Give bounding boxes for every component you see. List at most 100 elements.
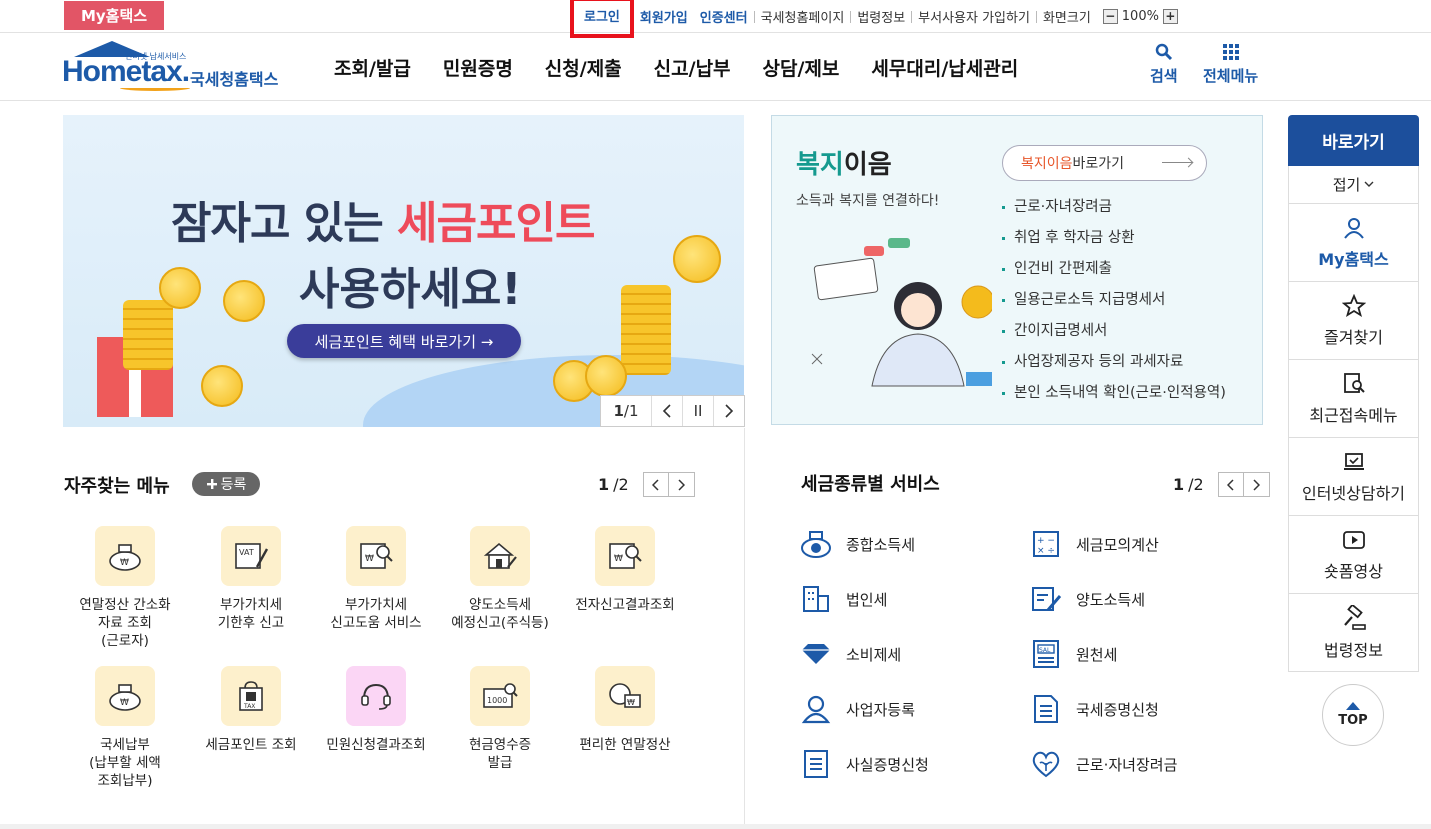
frequent-item[interactable]: ₩ 전자신고결과조회 — [562, 526, 688, 614]
welfare-item[interactable]: 사업장제공자 등의 과세자료 — [1000, 347, 1226, 378]
building-icon — [800, 583, 832, 615]
tax-type-item[interactable]: 사업자등록 — [800, 693, 915, 725]
welfare-item[interactable]: 근로·자녀장려금 — [1000, 192, 1226, 223]
quick-bar-title: 바로가기 — [1288, 115, 1419, 166]
frequent-register-button[interactable]: 등록 — [192, 472, 260, 496]
welfare-go-button[interactable]: 복지이음 바로가기 — [1002, 145, 1207, 181]
tax-type-item[interactable]: 종합소득세 — [800, 528, 915, 560]
quick-shortform-video[interactable]: 숏폼영상 — [1288, 516, 1419, 594]
won-search-icon: ₩ — [595, 526, 655, 586]
document-search-icon — [1343, 372, 1365, 393]
chevron-left-icon — [651, 478, 659, 491]
welfare-title: 복지이음 — [796, 144, 892, 181]
frequent-item-label: 부가가치세 기한후 신고 — [217, 597, 285, 631]
nav-apply-submit[interactable]: 신청/제출 — [529, 54, 638, 81]
tax-type-next-button[interactable] — [1243, 472, 1270, 497]
welfare-go-orange: 복지이음 — [1021, 156, 1073, 172]
frequent-item[interactable]: TAX 세금포인트 조회 — [188, 666, 314, 754]
tax-type-item[interactable]: 법인세 — [800, 583, 887, 615]
fold-label: 접기 — [1332, 176, 1361, 194]
tax-type-label: 양도소득세 — [1076, 590, 1146, 609]
nav-civil-certificate[interactable]: 민원증명 — [427, 54, 529, 81]
tax-point-cta-button[interactable]: 세금포인트 혜택 바로가기 → — [287, 324, 521, 358]
global-nav: 조회/발급 민원증명 신청/제출 신고/납부 상담/제보 세무대리/납세관리 — [318, 33, 1034, 101]
house-transfer-icon — [470, 526, 530, 586]
welfare-item[interactable]: 일용근로소득 지급명세서 — [1000, 285, 1226, 316]
welfare-item[interactable]: 취업 후 학자금 상환 — [1000, 223, 1226, 254]
frequent-item-label: 민원신청결과조회 — [326, 737, 426, 753]
banner-page-indicator: 1/1 — [601, 396, 651, 426]
tax-type-label: 사업자등록 — [846, 700, 916, 719]
tax-type-item[interactable]: SAL 원천세 — [1030, 638, 1117, 670]
welfare-item-list: 근로·자녀장려금 취업 후 학자금 상환 인건비 간편제출 일용근로소득 지급명… — [1000, 192, 1226, 409]
all-menu-button[interactable]: 전체메뉴 — [1203, 43, 1258, 86]
zoom-out-button[interactable]: − — [1102, 9, 1118, 24]
frequent-item[interactable]: VAT 부가가치세 기한후 신고 — [188, 526, 314, 632]
quick-internet-consult[interactable]: 인터넷상담하기 — [1288, 438, 1419, 516]
welfare-subtitle: 소득과 복지를 연결하다! — [796, 193, 940, 209]
banner-prev-button[interactable] — [651, 396, 682, 426]
tax-type-page-total: /2 — [1188, 475, 1204, 494]
tax-type-label: 세금모의계산 — [1076, 535, 1159, 554]
search-button[interactable]: 검색 — [1150, 43, 1178, 86]
search-icon — [1155, 43, 1172, 61]
tax-type-item[interactable]: 소비제세 — [800, 638, 901, 670]
tax-type-item[interactable]: 근로·자녀장려금 — [1030, 748, 1177, 780]
frequent-item[interactable]: ₩ 부가가치세 신고도움 서비스 — [313, 526, 439, 632]
quick-bar-fold-button[interactable]: 접기 — [1288, 166, 1419, 204]
frequent-next-button[interactable] — [668, 472, 695, 497]
coin-stack-illustration — [123, 300, 173, 370]
quick-law-info[interactable]: 법령정보 — [1288, 594, 1419, 672]
quick-item-label: My홈택스 — [1318, 249, 1389, 269]
frequent-item-label: 세금포인트 조회 — [205, 737, 297, 753]
welfare-item[interactable]: 간이지급명세서 — [1000, 316, 1226, 347]
nav-consult-report[interactable]: 상담/제보 — [747, 54, 856, 81]
frequent-item[interactable]: ₩ 연말정산 간소화 자료 조회 (근로자) — [62, 526, 188, 650]
tax-type-prev-button[interactable] — [1217, 472, 1244, 497]
banner-headline-highlight: 세금포인트 — [397, 198, 595, 249]
welfare-item[interactable]: 인건비 간편제출 — [1000, 254, 1226, 285]
quick-item-label: 즐겨찾기 — [1324, 327, 1383, 347]
grid-menu-icon — [1222, 44, 1239, 60]
cert-center-link[interactable]: 인증센터 — [694, 7, 754, 26]
money-bag-icon: ₩ — [95, 666, 155, 726]
tax-type-item[interactable]: 양도소득세 — [1030, 583, 1145, 615]
nav-inquiry-issue[interactable]: 조회/발급 — [318, 54, 427, 81]
quick-favorites[interactable]: 즐겨찾기 — [1288, 282, 1419, 360]
tax-type-item[interactable]: + − × ÷ 세금모의계산 — [1030, 528, 1159, 560]
frequent-prev-button[interactable] — [642, 472, 669, 497]
coin-icon — [159, 267, 201, 309]
my-hometax-tab[interactable]: My홈택스 — [64, 1, 164, 30]
law-info-link[interactable]: 법령정보 — [851, 7, 911, 26]
quick-my-hometax[interactable]: My홈택스 — [1288, 204, 1419, 282]
frequent-item[interactable]: ₩ 편리한 연말정산 — [562, 666, 688, 754]
banner-pause-button[interactable]: II — [682, 396, 713, 426]
frequent-item[interactable]: 민원신청결과조회 — [313, 666, 439, 754]
login-link[interactable]: 로그인 — [578, 6, 626, 25]
signup-link[interactable]: 회원가입 — [634, 7, 694, 26]
scroll-top-button[interactable]: TOP — [1322, 684, 1384, 746]
dept-user-signup-link[interactable]: 부서사용자 가입하기 — [912, 7, 1036, 26]
all-menu-label: 전체메뉴 — [1203, 67, 1259, 85]
welfare-item[interactable]: 본인 소득내역 확인(근로·인적용역) — [1000, 378, 1226, 409]
nts-homepage-link[interactable]: 국세청홈페이지 — [755, 7, 851, 26]
zoom-in-button[interactable]: + — [1162, 9, 1178, 24]
chevron-right-icon — [1253, 478, 1261, 491]
star-icon — [1341, 293, 1366, 317]
nav-report-pay[interactable]: 신고/납부 — [638, 54, 747, 81]
main-banner[interactable]: 잠자고 있는 세금포인트 사용하세요! 세금포인트 혜택 바로가기 → — [63, 115, 744, 427]
svg-text:₩: ₩ — [120, 698, 129, 708]
person-icon — [800, 693, 832, 725]
nav-tax-agent[interactable]: 세무대리/납세관리 — [855, 54, 1034, 81]
arrow-right-icon — [1162, 162, 1192, 163]
frequent-menu-title: 자주찾는 메뉴 — [64, 476, 170, 497]
hometax-logo[interactable]: 인터넷 납세서비스 Hometax. 국세청홈택스 — [62, 39, 292, 95]
tax-type-item[interactable]: 사실증명신청 — [800, 748, 929, 780]
frequent-item[interactable]: 양도소득세 예정신고(주식등) — [437, 526, 563, 632]
frequent-item[interactable]: 1000 현금영수증 발급 — [437, 666, 563, 772]
frequent-item[interactable]: ₩ 국세납부 (납부할 세액 조회납부) — [62, 666, 188, 790]
svg-text:VAT: VAT — [239, 548, 254, 557]
banner-next-button[interactable] — [713, 396, 744, 426]
quick-recent-menu[interactable]: 최근접속메뉴 — [1288, 360, 1419, 438]
tax-type-item[interactable]: 국세증명신청 — [1030, 693, 1159, 725]
